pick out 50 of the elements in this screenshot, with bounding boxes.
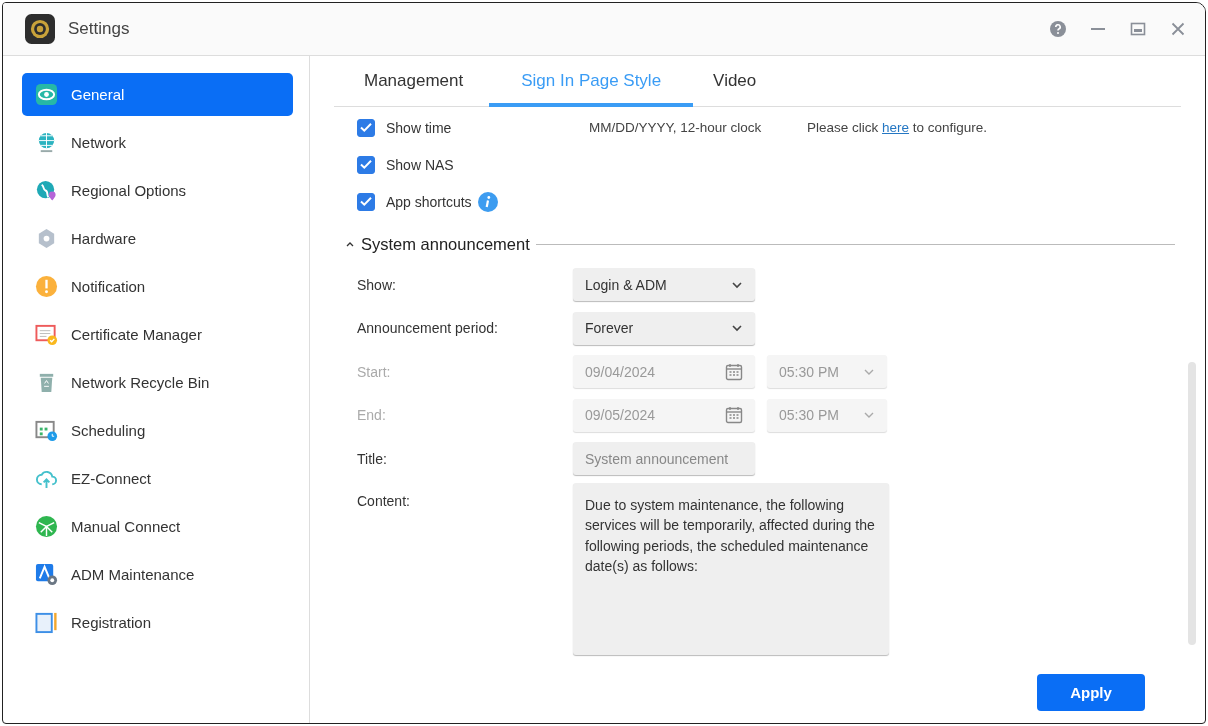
calendar-icon: [725, 406, 743, 425]
certificate-icon: [35, 323, 58, 346]
section-title: System announcement: [361, 234, 530, 254]
tab[interactable]: Video: [693, 71, 783, 107]
network-icon: [35, 515, 58, 538]
title-input[interactable]: System announcement: [573, 442, 755, 476]
time-format: MM/DD/YYYY, 12-hour clock: [589, 120, 763, 135]
content-textarea[interactable]: Due to system maintenance, the following services will be temporarily, affected during the following periods, the scheduled maintenance date(s) as follows:: [573, 482, 889, 655]
checkbox-label: App shortcuts: [386, 193, 472, 210]
sidebar-item[interactable]: Registration: [22, 601, 293, 644]
window-title: Settings: [68, 19, 130, 39]
sidebar-item[interactable]: Hardware: [22, 217, 293, 260]
sidebar-item[interactable]: Network: [22, 121, 293, 164]
calendar-icon: [725, 362, 743, 381]
sidebar-item[interactable]: Notification: [22, 265, 293, 308]
sidebar-item[interactable]: General: [22, 73, 293, 116]
checkbox[interactable]: [357, 118, 375, 137]
checkbox[interactable]: [357, 192, 375, 211]
configure-hint: Please click here to configure.: [807, 120, 988, 135]
tab[interactable]: Management: [344, 71, 490, 107]
notepad-icon: [35, 611, 58, 634]
sidebar-item[interactable]: Network Recycle Bin: [22, 361, 293, 404]
help-icon[interactable]: [1049, 20, 1067, 38]
apply-button[interactable]: Apply: [1037, 674, 1145, 711]
dropdown[interactable]: Login & ADM: [573, 268, 755, 302]
close-icon[interactable]: [1169, 20, 1187, 38]
sidebar-item[interactable]: Regional Options: [22, 169, 293, 212]
field-label: Show:: [357, 276, 397, 293]
sidebar-item[interactable]: ADM Maintenance: [22, 553, 293, 596]
globe-pin-icon: [35, 179, 58, 202]
info-icon[interactable]: [477, 191, 498, 212]
checkbox-label: Show NAS: [386, 156, 454, 173]
field-label: Title:: [357, 450, 388, 467]
configure-link[interactable]: here: [882, 120, 910, 135]
scrollbar[interactable]: [1188, 362, 1196, 645]
checkbox-label: Show time: [386, 119, 452, 136]
gear-badge-icon: [35, 563, 58, 586]
maximize-icon[interactable]: [1129, 20, 1147, 38]
sidebar-item[interactable]: Certificate Manager: [22, 313, 293, 356]
checkbox[interactable]: [357, 155, 375, 174]
alert-icon: [35, 275, 58, 298]
field-label: Announcement period:: [357, 320, 499, 337]
field-label: End:: [357, 407, 387, 424]
calendar-clock-icon: [35, 419, 58, 442]
field-label: Content:: [357, 492, 411, 509]
sidebar-item[interactable]: Manual Connect: [22, 505, 293, 548]
dropdown[interactable]: Forever: [573, 311, 755, 345]
field-label: Start:: [357, 363, 392, 380]
sidebar-item[interactable]: Scheduling: [22, 409, 293, 452]
sidebar-item[interactable]: EZ-Connect: [22, 457, 293, 500]
